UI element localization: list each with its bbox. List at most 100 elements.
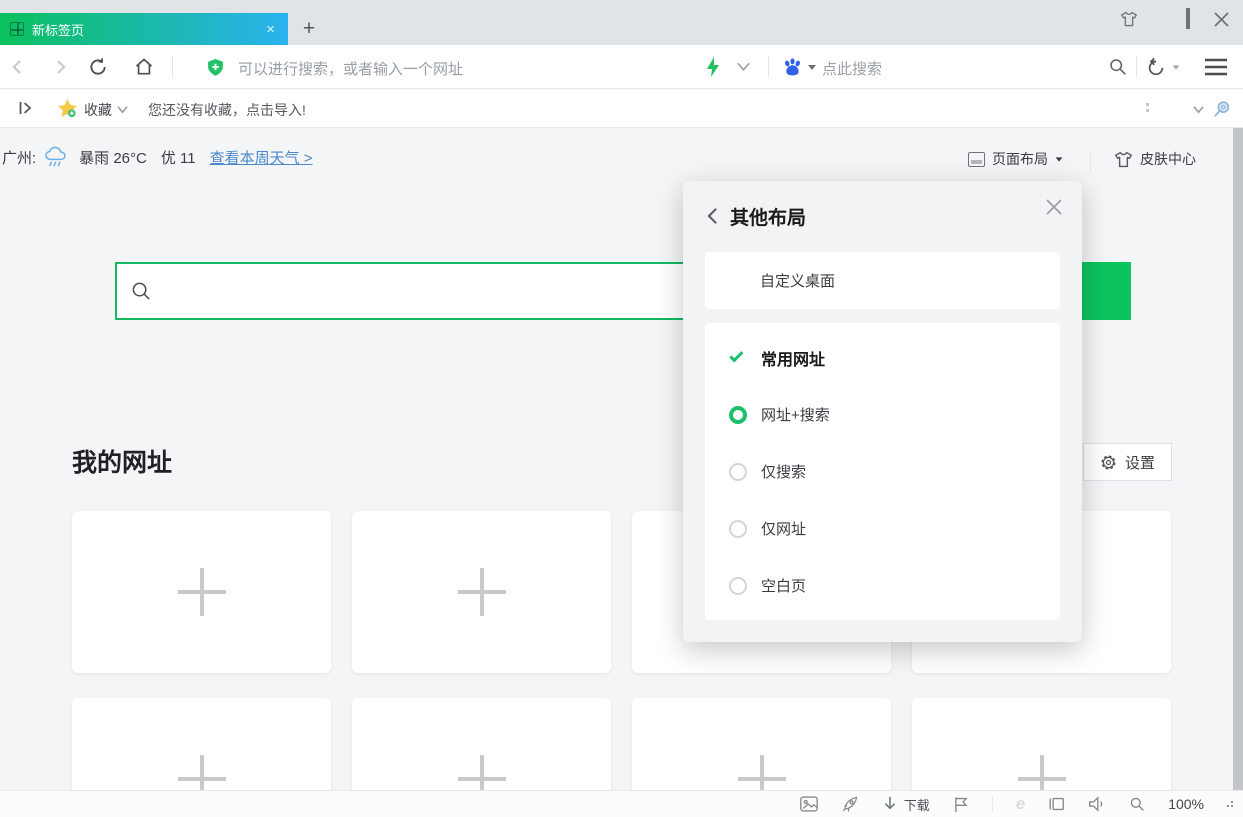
address-input[interactable]: 可以进行搜索，或者输入一个网址 [238,58,463,79]
resize-grip[interactable] [1227,801,1233,807]
tab-new-tab-page[interactable]: 新标签页 × [0,13,288,45]
page-scrollbar[interactable] [1233,128,1243,790]
plus-icon [738,755,786,790]
bookmarks-empty-hint[interactable]: 您还没有收藏，点击导入! [148,100,306,120]
layout-option-jinsousuo[interactable]: 仅搜索 [705,443,1060,500]
navigation-bar: 可以进行搜索，或者输入一个网址 点此搜索 [0,45,1243,89]
favorites-chevron-icon[interactable] [116,105,129,114]
back-chevron-icon[interactable] [707,207,718,225]
sidebar-toggle-icon[interactable] [18,100,34,116]
undo-dropdown-icon[interactable] [1173,66,1179,70]
my-sites-title: 我的网址 [72,443,172,479]
favorites-label[interactable]: 收藏 [84,100,112,120]
rain-cloud-icon [44,146,69,169]
status-bar: 下载 e 100% [0,790,1243,817]
weather-city: 广州: [2,147,36,168]
download-label: 下载 [904,795,930,814]
search-icon[interactable] [1108,57,1127,76]
zoom-magnifier-icon[interactable] [1129,796,1145,812]
skin-shirt-icon[interactable] [1120,11,1138,27]
speaker-icon[interactable] [1088,796,1106,812]
window-mode-icon[interactable] [1048,796,1065,812]
new-tab-button[interactable]: + [294,13,324,45]
zoom-level[interactable]: 100% [1168,796,1204,812]
layout-option-kongbaiye[interactable]: 空白页 [705,557,1060,614]
plus-icon [458,568,506,616]
radio-icon [727,577,749,595]
weather-widget[interactable]: 广州: 暴雨 26°C 优 11 查看本周天气 > [2,146,313,169]
window-controls [1120,10,1229,28]
plus-icon [458,755,506,790]
statusbar-separator [992,797,993,811]
weather-aqi: 优 11 [161,147,196,168]
weather-condition: 暴雨 26°C [79,147,147,168]
apps-chevron-icon[interactable] [1192,105,1205,114]
download-button[interactable]: 下载 [882,795,930,814]
layout-icon [968,152,985,167]
settings-label: 设置 [1125,452,1155,473]
page-zoom-magnifier-icon[interactable] [1212,99,1232,119]
close-button[interactable] [1214,12,1229,27]
add-site-tile[interactable] [72,698,331,790]
add-site-tile[interactable] [352,511,611,673]
add-site-tile[interactable] [352,698,611,790]
drag-handle-dots [1146,103,1149,112]
custom-desktop-label: 自定义桌面 [760,270,835,291]
plus-icon [1018,755,1066,790]
flag-report-icon[interactable] [953,796,969,813]
popup-title: 其他布局 [730,203,806,230]
apps-grid-icon[interactable] [1162,99,1182,119]
radio-selected-icon [727,406,749,424]
radio-icon [727,520,749,538]
undo-history-icon[interactable] [1146,57,1166,77]
skin-center-button[interactable]: 皮肤中心 [1114,149,1196,169]
radio-icon [727,463,749,481]
new-tab-grid-icon [10,22,24,36]
weather-week-link[interactable]: 查看本周天气 > [210,147,313,168]
safety-shield-icon[interactable] [206,58,225,77]
shirt-icon [1114,151,1133,168]
bookmarks-bar: 收藏 您还没有收藏，点击导入! [0,90,1243,128]
layout-dropdown-icon [1056,157,1063,161]
reload-icon[interactable] [88,57,108,77]
menu-icon[interactable] [1204,58,1228,76]
image-icon[interactable] [800,796,818,812]
add-site-tile[interactable] [632,698,891,790]
quick-search-hint[interactable]: 点此搜索 [822,58,882,79]
layout-option-jinwangzhi[interactable]: 仅网址 [705,500,1060,557]
favorites-star-icon[interactable] [57,98,78,119]
layout-option-changyongwangzhi[interactable]: 常用网址 [705,329,1060,386]
other-layouts-popup: 其他布局 自定义桌面 常用网址 网址+搜索 仅搜索 仅网址 空白页 [683,181,1082,642]
layout-option-wangzhi-sousuo[interactable]: 网址+搜索 [705,386,1060,443]
corner-separator [1090,150,1091,172]
check-icon [727,354,749,361]
chevron-down-icon[interactable] [736,61,751,73]
tab-title: 新标签页 [32,20,263,39]
add-site-tile[interactable] [72,511,331,673]
skin-center-label: 皮肤中心 [1140,149,1196,169]
nav-separator [1136,56,1137,78]
back-icon[interactable] [10,59,26,75]
tab-close-icon[interactable]: × [263,21,278,38]
plus-icon [178,568,226,616]
rocket-boost-icon[interactable] [841,795,859,813]
custom-desktop-item[interactable]: 自定义桌面 [705,252,1060,309]
home-icon[interactable] [134,57,154,77]
forward-icon[interactable] [52,59,68,75]
page-layout-label: 页面布局 [992,149,1048,169]
maximize-button[interactable] [1186,10,1190,28]
popup-close-icon[interactable] [1044,197,1064,217]
tab-bar: 新标签页 × + [0,0,1243,45]
nav-separator [172,56,173,78]
popup-header: 其他布局 [683,181,1082,251]
nav-separator [768,56,769,78]
ie-mode-icon[interactable]: e [1016,794,1025,814]
engine-dropdown-icon[interactable] [808,65,816,70]
layout-options-card: 常用网址 网址+搜索 仅搜索 仅网址 空白页 [705,323,1060,620]
baidu-paw-icon[interactable] [782,57,803,77]
add-site-tile[interactable] [912,698,1171,790]
settings-button[interactable]: 设置 [1083,443,1172,481]
page-layout-button[interactable]: 页面布局 [968,149,1063,169]
plus-icon [178,755,226,790]
lightning-icon[interactable] [703,56,723,78]
